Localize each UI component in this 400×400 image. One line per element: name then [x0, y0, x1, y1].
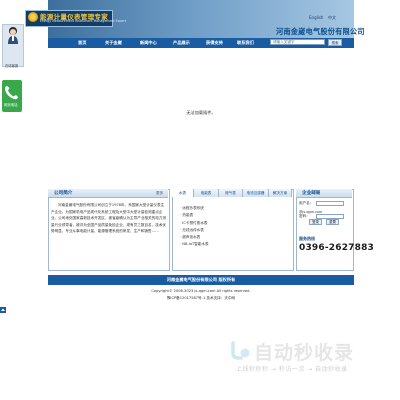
product-list-item[interactable]: 热能表	[180, 212, 209, 219]
customer-service-label: 在线客服	[5, 64, 19, 68]
about-text: 河南金崴电气股份有限公司创立于1978年，系国家大型计量仪表生产企业，为国家机电…	[51, 203, 166, 234]
product-list-item[interactable]: 远程抄表系统	[180, 205, 209, 212]
tab-current-transformer[interactable]: 电流互感器	[243, 189, 269, 197]
login-button[interactable]: 登录	[309, 219, 322, 225]
watermark-text: 自动秒收录	[254, 342, 355, 364]
nav-about[interactable]: 关于金崴	[105, 38, 122, 48]
mail-title: 企业邮局	[302, 191, 321, 196]
about-more-link[interactable]: 更多	[156, 191, 163, 196]
search-input[interactable]	[270, 39, 325, 45]
product-list-item[interactable]: IC卡预付费水表	[180, 220, 209, 227]
back-to-top-icon[interactable]	[0, 307, 6, 313]
footer-links: 河南金崴电气股份有限公司 版权所有	[166, 277, 236, 282]
tab-electric-meter[interactable]: 电能表	[194, 189, 219, 197]
reset-button[interactable]: 重置	[326, 219, 339, 225]
plugin-error-message: 无法加载插件。	[186, 110, 216, 115]
hotline-label: 服务热线	[299, 236, 315, 241]
nav-support[interactable]: 获得支持	[206, 38, 223, 48]
username-field[interactable]	[316, 201, 344, 206]
nav-news[interactable]: 新闻中心	[140, 38, 157, 48]
username-label: 用户名：	[299, 201, 314, 205]
lang-english-link[interactable]: English	[309, 15, 323, 20]
company-name: 河南金崴电气股份有限公司	[276, 27, 365, 36]
logo-icon	[28, 12, 38, 22]
nav-home[interactable]: 首页	[78, 38, 86, 48]
nav-products[interactable]: 产品展示	[173, 38, 190, 48]
phone-icon	[5, 86, 18, 100]
product-list-item[interactable]: 超声波水表	[180, 234, 209, 241]
footer-copyright: Copyright© 2006-2023 js-qgm.com All righ…	[151, 289, 251, 293]
footer-icp[interactable]: 豫ICP备12017587号-1 技术支持：天中网	[48, 296, 354, 301]
product-list: 远程抄表系统 热能表 IC卡预付费水表 无线远传水表 超声波水表 NB-IoT智…	[180, 205, 209, 249]
about-title: 公司简介	[54, 191, 73, 196]
search-button[interactable]: 搜索	[328, 39, 342, 46]
watermark-logo-icon	[231, 341, 250, 360]
customer-service-avatar-icon[interactable]	[7, 26, 19, 44]
product-list-item[interactable]: NB-IoT智能水表	[180, 241, 208, 248]
tab-water-meter[interactable]: 水表	[172, 189, 194, 197]
logo-subtitle: Energy Measurement Instrument Management…	[40, 19, 127, 23]
tab-gas-meter[interactable]: 燃气表	[219, 189, 243, 197]
hotline-number: 0396-2627883	[299, 243, 375, 253]
watermark-subtext: 上线秒秒秒 → 秒访一次 → 自动秒收录	[236, 366, 348, 373]
web-phone-label: 网页电话	[4, 103, 18, 107]
nav-contact[interactable]: 联系我们	[237, 38, 254, 48]
product-list-item[interactable]: 无线远传水表	[180, 227, 209, 234]
tab-solutions[interactable]: 解决方案	[269, 189, 292, 197]
lang-chinese-link[interactable]: 中文	[328, 15, 336, 21]
